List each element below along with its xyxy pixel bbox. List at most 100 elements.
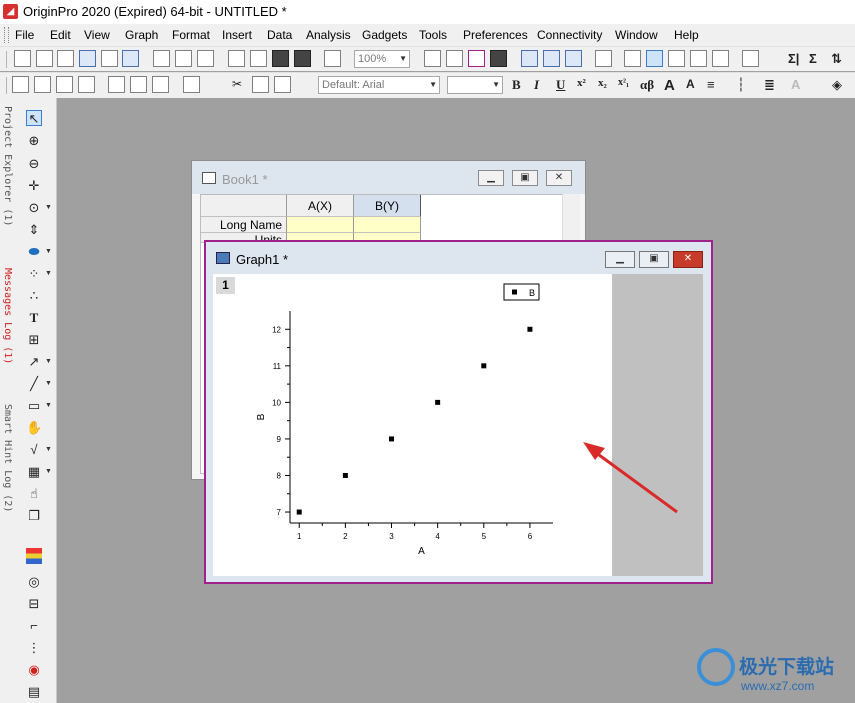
table-tool-icon[interactable]: ⊞ [26, 332, 42, 348]
superscript-button[interactable]: x² [577, 77, 586, 89]
chevron-down-icon[interactable]: ▼ [45, 358, 52, 365]
align-icon[interactable]: ≡ [707, 77, 715, 92]
statistics-icon[interactable]: Σ [809, 51, 817, 66]
graph1-minimize-button[interactable]: ▁ [605, 251, 635, 268]
mask-tool-icon[interactable]: ⬬ [26, 244, 42, 260]
book1-minimize-button[interactable]: ▁ [478, 170, 504, 186]
data-selector-tool-icon[interactable]: ⇕ [26, 222, 42, 238]
menu-format[interactable]: Format [172, 28, 210, 42]
insert-tool-icon[interactable]: ⌐ [26, 618, 42, 634]
export-graph-icon[interactable] [468, 50, 485, 67]
line-tool-icon[interactable]: ╱ [26, 376, 42, 392]
set-as-z-icon[interactable] [152, 76, 169, 93]
zoom-select[interactable]: 100% ▼ [354, 50, 410, 68]
new-layout-icon[interactable] [153, 50, 170, 67]
column-statistics-icon[interactable] [78, 76, 95, 93]
zoom-out-tool-icon[interactable]: ⊖ [26, 156, 42, 172]
subscript-button[interactable]: x₂ [598, 77, 607, 89]
increase-font-button[interactable]: A [664, 77, 675, 94]
sort-icon[interactable]: ⇅ [831, 51, 842, 67]
menu-connectivity[interactable]: Connectivity [537, 28, 602, 42]
chevron-down-icon[interactable]: ▼ [45, 468, 52, 475]
command-window-icon[interactable] [565, 50, 582, 67]
new-excel-icon[interactable] [197, 50, 214, 67]
book1-restore-button[interactable]: ▣ [512, 170, 538, 186]
legend[interactable]: B [503, 283, 540, 301]
font-family-select[interactable]: Default: Arial ▼ [318, 76, 440, 94]
gear-icon[interactable] [712, 50, 729, 67]
toolbar-grip[interactable] [6, 77, 7, 94]
chevron-down-icon[interactable]: ▼ [45, 380, 52, 387]
x-axis-label[interactable]: A [418, 546, 425, 557]
decrease-font-button[interactable]: A [686, 77, 695, 91]
new-function-icon[interactable] [122, 50, 139, 67]
grid-tool-icon[interactable]: ⋮ [26, 640, 42, 656]
chevron-down-icon[interactable]: ▼ [45, 270, 52, 277]
y-axis-label[interactable]: B [256, 413, 267, 420]
underline-button[interactable]: U [556, 77, 565, 93]
supsubscript-button[interactable]: x²₁ [618, 77, 629, 88]
draw-data-tool-icon[interactable]: ⁘ [26, 266, 42, 282]
menu-gadgets[interactable]: Gadgets [362, 28, 407, 42]
sum-icon[interactable]: Σ| [788, 51, 799, 66]
column-header-b[interactable]: B(Y) [354, 195, 421, 217]
menu-data[interactable]: Data [267, 28, 292, 42]
record-tool-icon[interactable]: ◉ [26, 662, 42, 678]
menu-grip[interactable] [4, 27, 9, 43]
open-folder-icon[interactable] [250, 50, 267, 67]
results-log-icon[interactable] [521, 50, 538, 67]
scatter-plot[interactable]: 1 2 3 4 5 6789101112 B A B [213, 274, 612, 576]
window-tile-icon[interactable] [183, 76, 200, 93]
cell-longname-a[interactable] [287, 217, 354, 233]
menu-window[interactable]: Window [615, 28, 658, 42]
gallery-tool-icon[interactable]: ▤ [26, 684, 42, 700]
zoom-tool-icon[interactable] [646, 50, 663, 67]
tab-project-explorer[interactable]: Project Explorer (1) [2, 106, 13, 226]
find-icon[interactable] [624, 50, 641, 67]
origin-app-icon[interactable]: ◢ [3, 4, 18, 19]
menu-graph[interactable]: Graph [125, 28, 158, 42]
hand-tool-icon[interactable]: ✋ [26, 420, 42, 436]
batch-plot-icon[interactable] [490, 50, 507, 67]
rectangle-tool-icon[interactable]: ▭ [26, 398, 42, 414]
save-project-icon[interactable] [272, 50, 289, 67]
color-scale-tool-icon[interactable] [26, 548, 42, 564]
chevron-down-icon[interactable]: ▼ [45, 446, 52, 453]
copy-page-icon[interactable] [446, 50, 463, 67]
menu-view[interactable]: View [84, 28, 110, 42]
fill-color-icon[interactable]: ◈ [832, 77, 842, 93]
paste-icon[interactable] [274, 76, 291, 93]
project-explorer-icon[interactable] [595, 50, 612, 67]
set-as-x-icon[interactable] [108, 76, 125, 93]
circle-tool-icon[interactable]: ◎ [26, 574, 42, 590]
graph-page[interactable]: 1 1 2 3 4 5 6 7 8 9 10 11 12 B A B [213, 274, 612, 576]
menu-edit[interactable]: Edit [50, 28, 71, 42]
new-project-icon[interactable] [14, 50, 31, 67]
column-header-a[interactable]: A(X) [287, 195, 354, 217]
menu-preferences[interactable]: Preferences [463, 28, 528, 42]
tab-messages-log[interactable]: Messages Log (1) [2, 268, 13, 364]
new-workbook-icon[interactable] [57, 50, 74, 67]
book1-titlebar[interactable]: Book1 * ▁ ▣ ✕ [192, 161, 585, 194]
tab-smart-hint-log[interactable]: Smart Hint Log (2) [2, 404, 13, 512]
chevron-down-icon[interactable]: ▼ [45, 204, 52, 211]
chevron-down-icon[interactable]: ▼ [45, 402, 52, 409]
pointer-tool-icon[interactable]: ↖ [26, 110, 42, 126]
screen-reader-tool-icon[interactable]: ✛ [26, 178, 42, 194]
line-width-icon[interactable]: ≣ [764, 77, 775, 93]
graph1-restore-button[interactable]: ▣ [639, 251, 669, 268]
toolbar-grip[interactable] [6, 51, 7, 68]
new-page-icon[interactable] [36, 50, 53, 67]
text-tool-icon[interactable]: T [26, 310, 42, 326]
add-text-icon[interactable] [12, 76, 29, 93]
new-notes-icon[interactable] [175, 50, 192, 67]
graph1-window[interactable]: Graph1 * ▁ ▣ ✕ 1 1 2 3 4 5 6 7 8 9 10 11 12 B A B [204, 240, 713, 584]
book1-close-button[interactable]: ✕ [546, 170, 572, 186]
notes-icon[interactable] [690, 50, 707, 67]
greek-button[interactable]: αβ [640, 77, 654, 93]
corner-cell[interactable] [201, 195, 287, 217]
set-as-y-icon[interactable] [130, 76, 147, 93]
set-column-values-icon[interactable] [34, 76, 51, 93]
move-tool-icon[interactable]: ☝ [26, 486, 42, 502]
graph-object-tool-icon[interactable]: ▦ [26, 464, 42, 480]
